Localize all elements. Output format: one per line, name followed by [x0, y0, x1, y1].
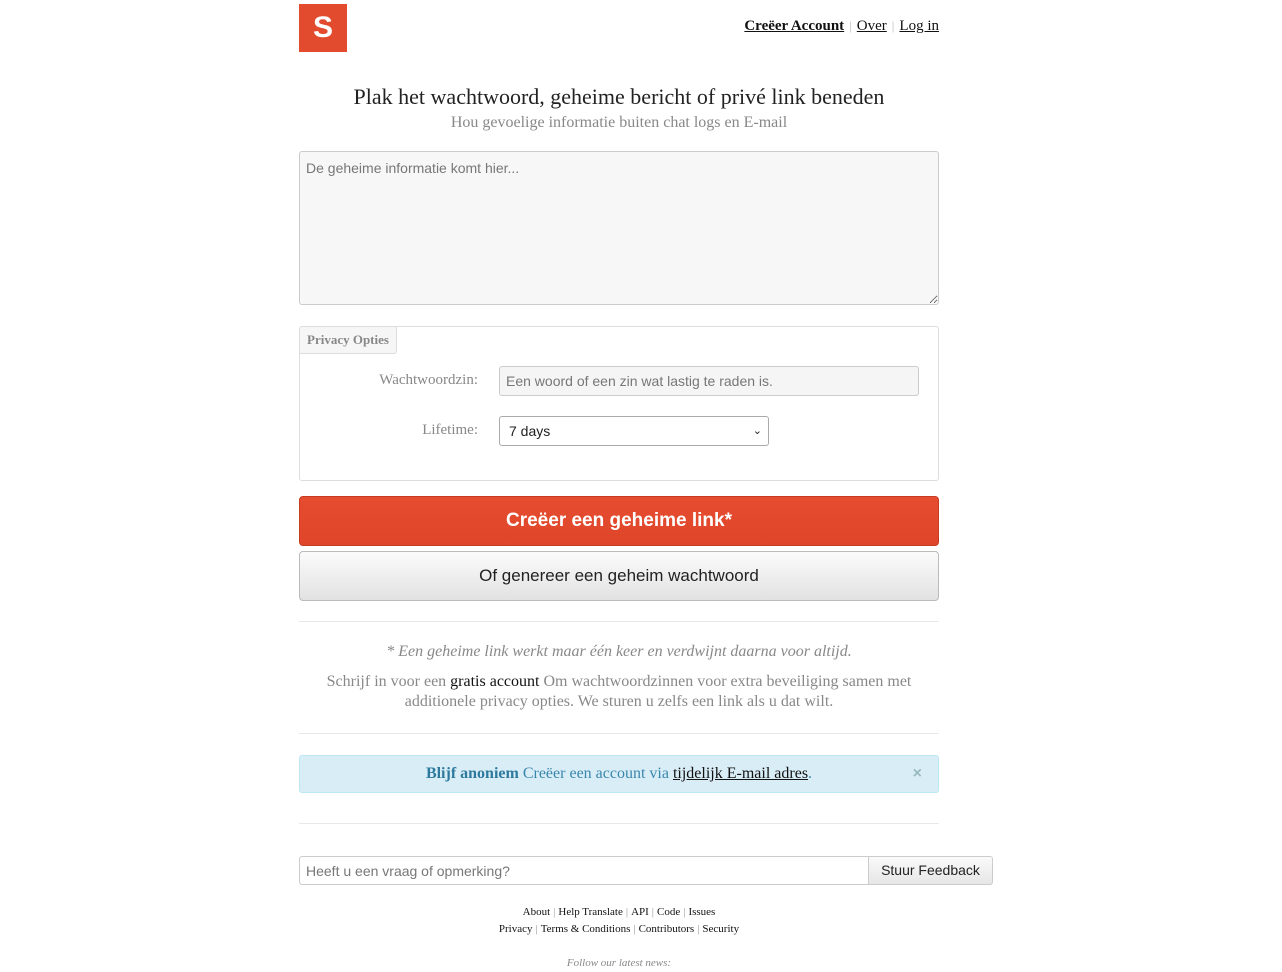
footer-help-translate-link[interactable]: Help Translate [558, 906, 622, 918]
footer-privacy-link[interactable]: Privacy [499, 923, 533, 935]
top-nav: Creëer Account | Over | Log in [744, 18, 939, 35]
send-feedback-button[interactable]: Stuur Feedback [868, 856, 993, 885]
close-icon[interactable]: × [913, 756, 922, 792]
lifetime-selected-value: 7 days [509, 423, 551, 439]
generate-password-button[interactable]: Of genereer een geheim wachtwoord [299, 551, 939, 601]
footer-about-link[interactable]: About [523, 906, 551, 918]
lifetime-select[interactable]: 7 days ⌄ [499, 416, 769, 446]
about-link[interactable]: Over [857, 18, 887, 34]
lifetime-label: Lifetime: [422, 422, 478, 438]
follow-news-label: Follow our latest news: [566, 957, 672, 969]
signup-note: Schrijf in voor een gratis account Om wa… [299, 672, 939, 712]
secret-textarea[interactable] [299, 151, 939, 305]
signup-prefix: Schrijf in voor een [326, 673, 451, 690]
privacy-options-tab: Privacy Opties [300, 327, 397, 354]
one-time-note: * Een geheime link werkt maar één keer e… [386, 643, 852, 660]
footer-security-link[interactable]: Security [702, 923, 739, 935]
logo[interactable]: S [299, 4, 347, 52]
free-account-link[interactable]: gratis account [450, 673, 539, 690]
create-account-link[interactable]: Creëer Account [744, 18, 844, 34]
chevron-down-icon: ⌄ [752, 425, 762, 437]
anonymous-alert: Blijf anoniem Creëer een account via tij… [299, 755, 939, 793]
login-link[interactable]: Log in [899, 18, 939, 34]
feedback-input[interactable] [299, 856, 869, 885]
alert-strong: Blijf anoniem [425, 765, 519, 782]
divider [299, 823, 939, 824]
footer-terms-link[interactable]: Terms & Conditions [541, 923, 631, 935]
footer-code-link[interactable]: Code [657, 906, 680, 918]
alert-text: Creëer een account via [518, 765, 673, 782]
create-secret-link-button[interactable]: Creëer een geheime link* [299, 496, 939, 546]
divider [299, 733, 939, 734]
footer-links-row-2: Privacy | Terms & Conditions | Contributors |… [498, 923, 740, 935]
nav-separator: | [849, 18, 852, 33]
page-subtitle: Hou gevoelige informatie buiten chat log… [450, 114, 788, 131]
footer-contributors-link[interactable]: Contributors [639, 923, 695, 935]
temp-email-link[interactable]: tijdelijk E-mail adres [673, 765, 808, 782]
privacy-options-panel: Privacy Opties Wachtwoordzin: Lifetime: … [299, 326, 939, 481]
alert-end: . [808, 765, 813, 782]
passphrase-input[interactable] [499, 366, 919, 396]
divider [299, 621, 939, 622]
footer-links-row-1: About | Help Translate | API | Code | Issues [522, 906, 716, 918]
passphrase-label: Wachtwoordzin: [379, 372, 478, 388]
footer-api-link[interactable]: API [631, 906, 649, 918]
footer-issues-link[interactable]: Issues [688, 906, 715, 918]
nav-separator: | [891, 18, 895, 33]
page-title: Plak het wachtwoord, geheime bericht of … [353, 84, 885, 109]
